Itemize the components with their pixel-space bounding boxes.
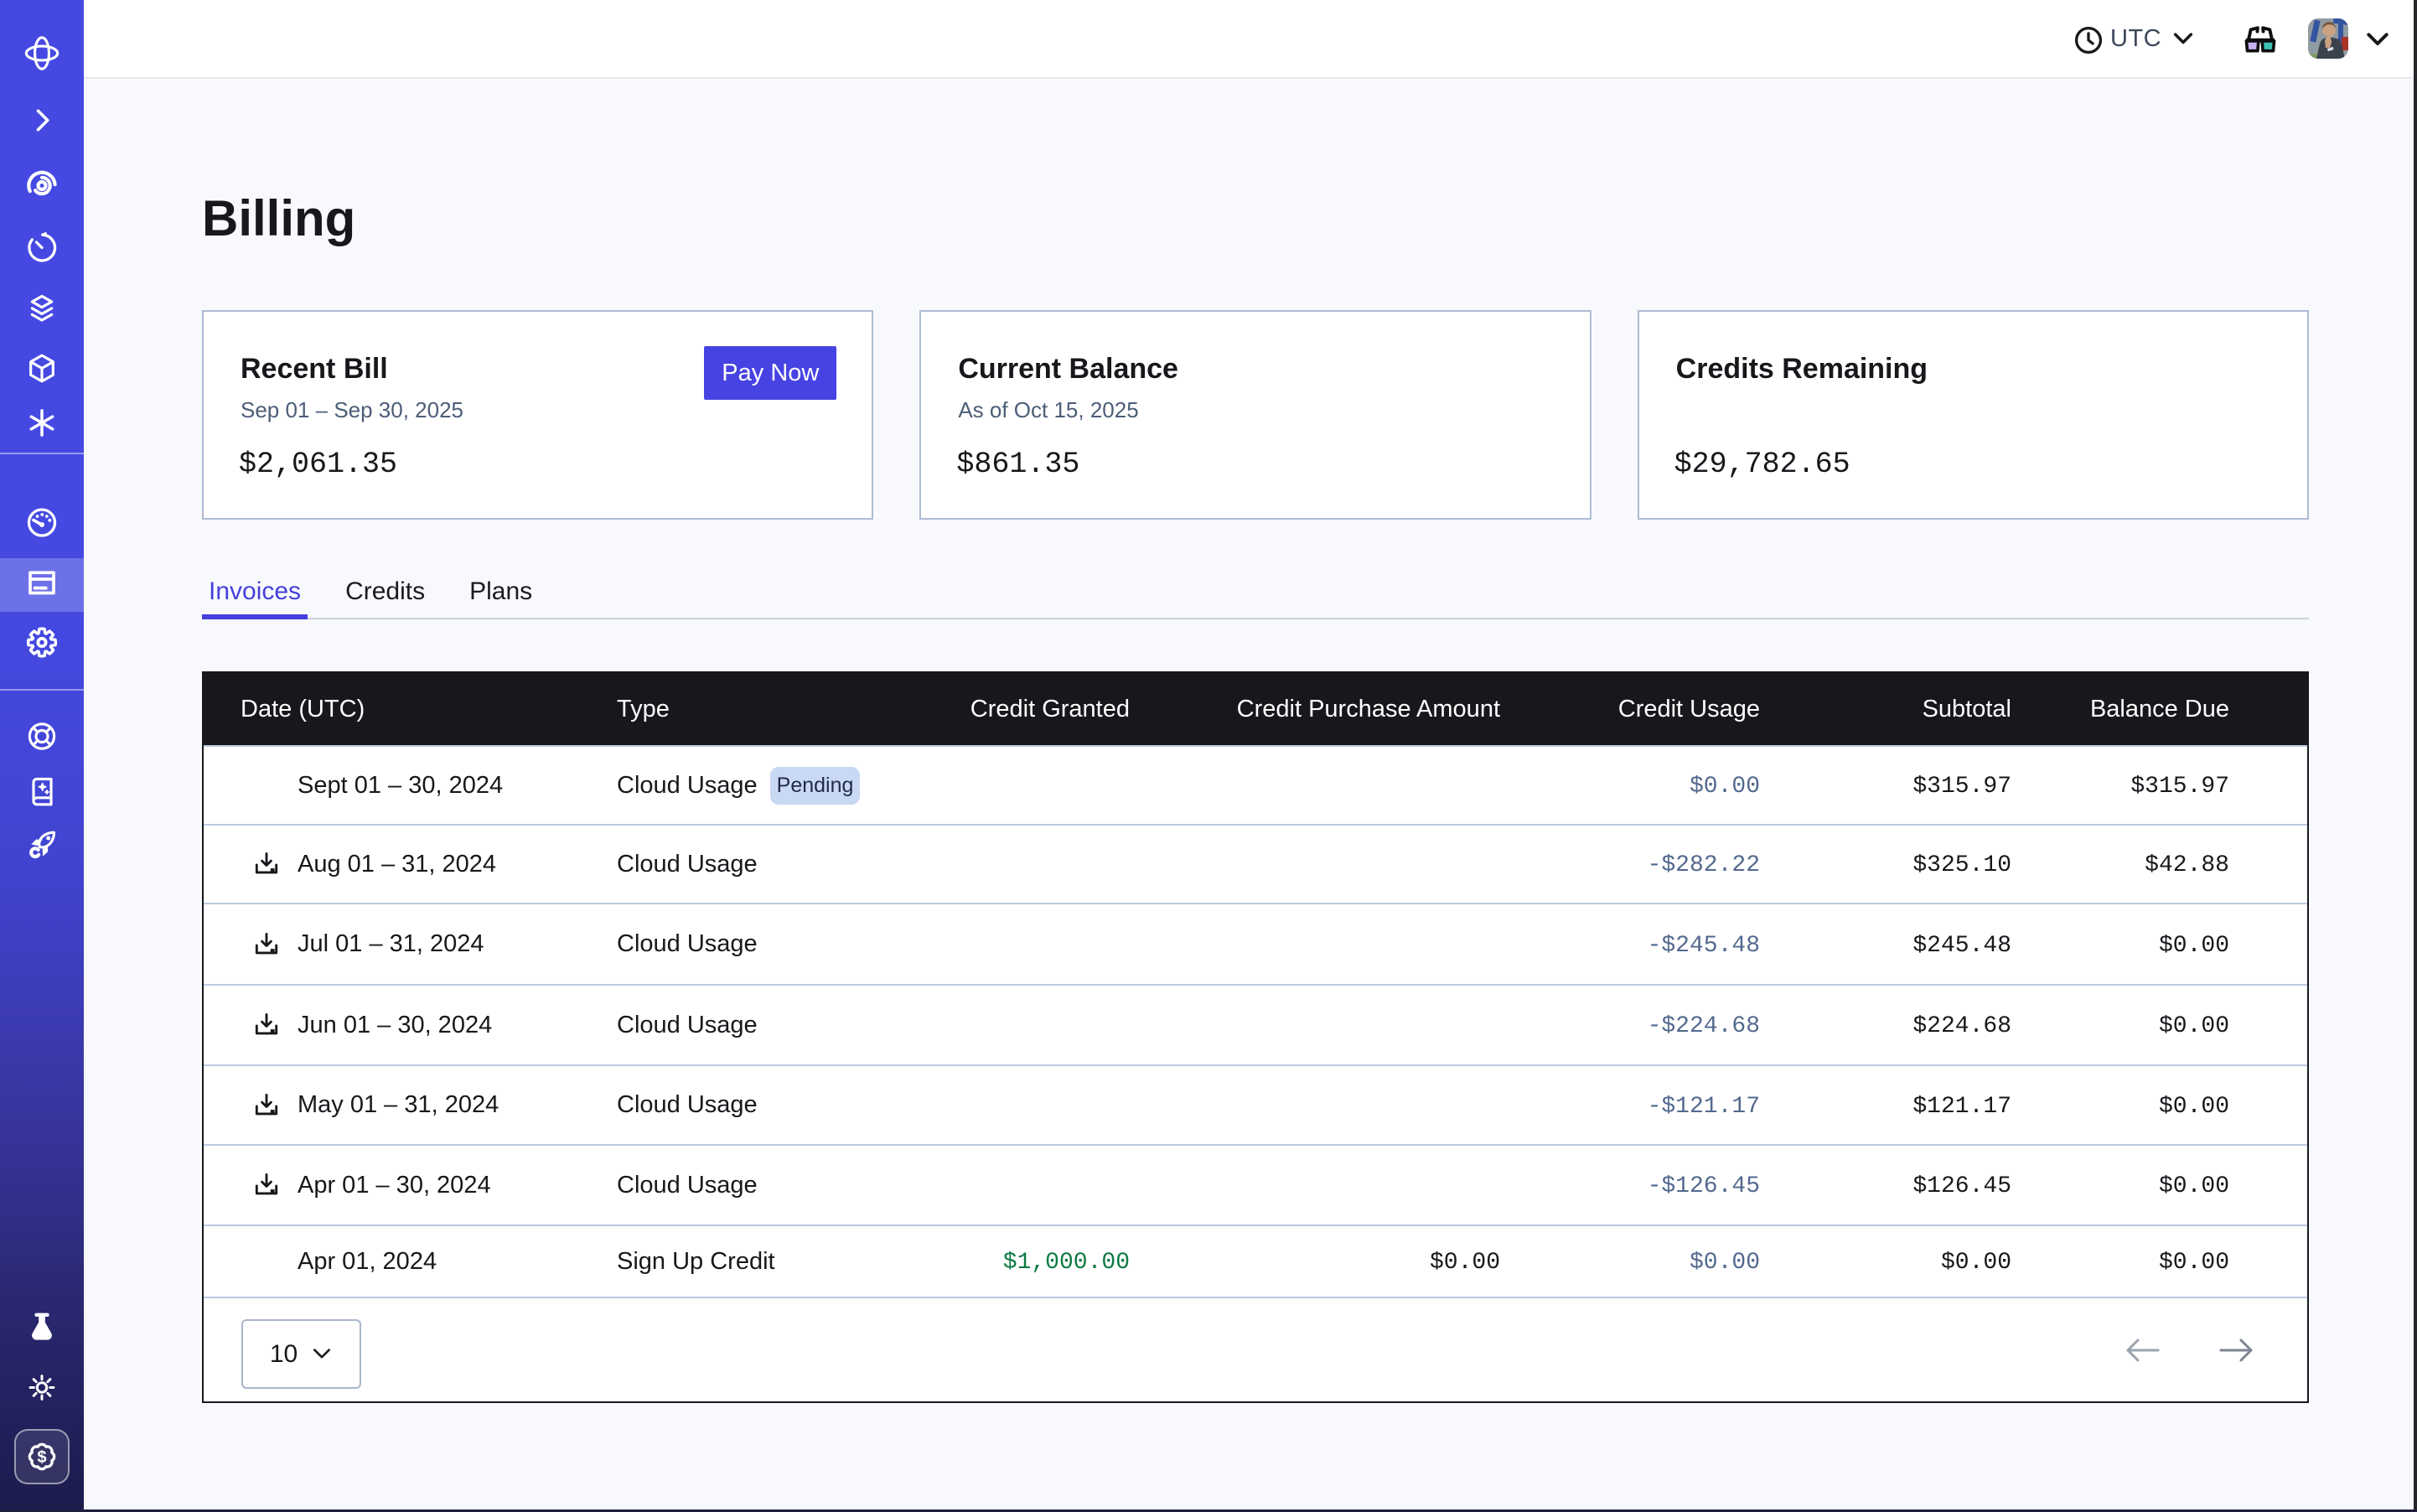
svg-text:$: $ <box>37 1448 46 1467</box>
